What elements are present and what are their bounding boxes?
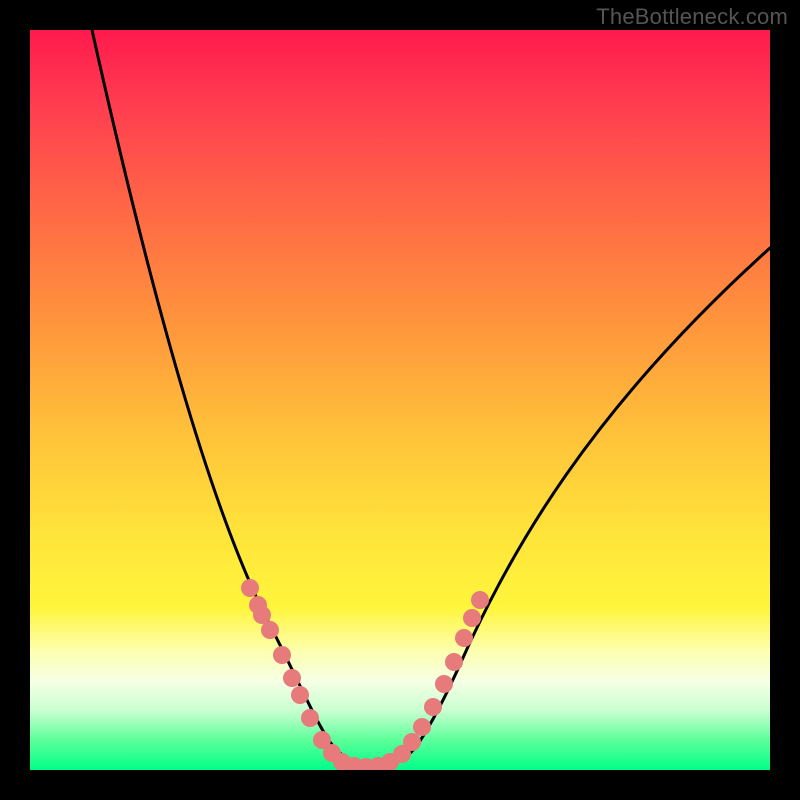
plot-area [30, 30, 770, 770]
data-point [241, 579, 259, 597]
data-point [435, 675, 453, 693]
data-point [403, 733, 421, 751]
data-point [273, 646, 291, 664]
chart-frame: TheBottleneck.com [0, 0, 800, 800]
data-point [301, 709, 319, 727]
data-point [261, 621, 279, 639]
data-point [445, 653, 463, 671]
data-point [463, 609, 481, 627]
data-point [291, 686, 309, 704]
data-point [455, 629, 473, 647]
data-point [283, 669, 301, 687]
chart-svg [30, 30, 770, 770]
marker-group [241, 579, 489, 770]
data-point [471, 591, 489, 609]
data-point [413, 718, 431, 736]
watermark-text: TheBottleneck.com [596, 4, 788, 30]
bottleneck-curve [92, 30, 770, 766]
data-point [424, 698, 442, 716]
